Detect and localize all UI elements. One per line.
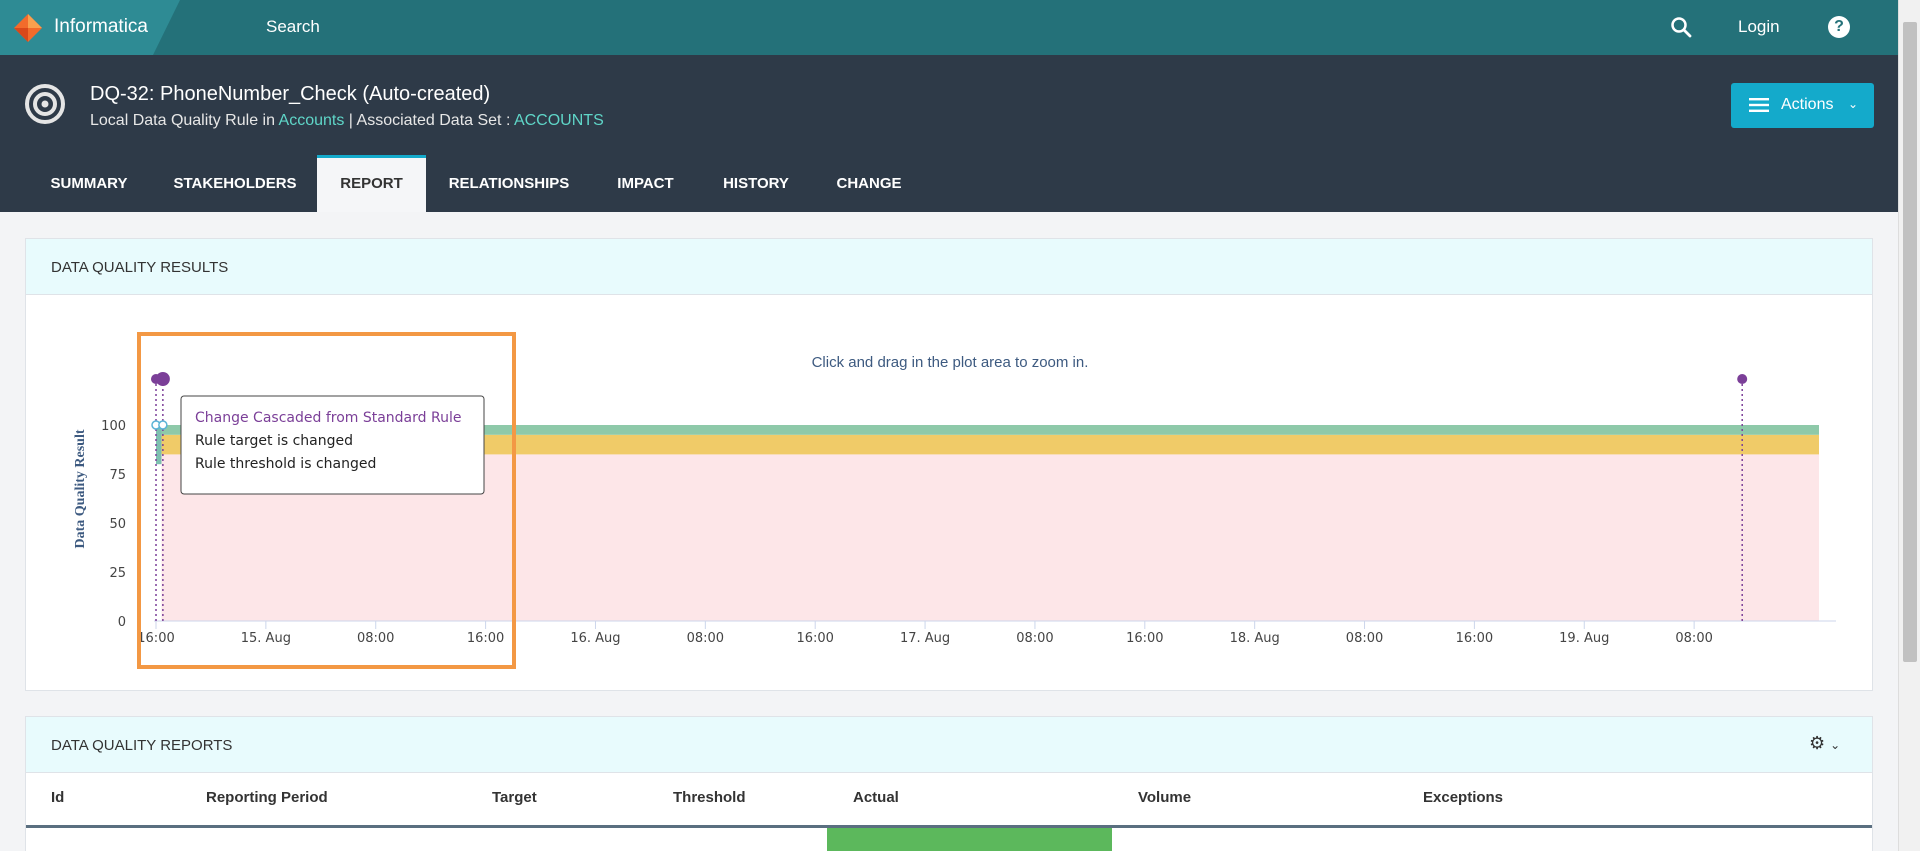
x-tick-label: 08:00 [687, 631, 724, 646]
zoom-hint: Click and drag in the plot area to zoom … [812, 354, 1089, 371]
x-tick-label: 19. Aug [1559, 631, 1609, 646]
reports-panel-header: DATA QUALITY REPORTS ⚙ ⌄ [26, 717, 1872, 773]
vertical-scrollbar[interactable] [1898, 0, 1920, 851]
x-tick-label: 16:00 [796, 631, 833, 646]
tab-impact[interactable]: IMPACT [592, 155, 699, 212]
y-tick-label: 25 [109, 566, 126, 581]
results-panel-title: DATA QUALITY RESULTS [51, 259, 229, 276]
x-tick-label: 17. Aug [900, 631, 950, 646]
col-volume[interactable]: Volume [1138, 789, 1191, 806]
search-link[interactable]: Search [266, 17, 320, 37]
x-tick-label: 16:00 [137, 631, 174, 646]
page-title: DQ-32: PhoneNumber_Check (Auto-created) [90, 83, 491, 105]
domain-link[interactable]: Accounts [279, 112, 345, 129]
col-actual[interactable]: Actual [853, 789, 899, 806]
question-icon[interactable]: ? [1828, 16, 1850, 38]
tab-stakeholders[interactable]: STAKEHOLDERS [160, 155, 310, 212]
event-marker-dot [1737, 374, 1748, 384]
x-tick-label: 08:00 [357, 631, 394, 646]
col-threshold[interactable]: Threshold [673, 789, 746, 806]
x-tick-label: 18. Aug [1230, 631, 1280, 646]
col-reporting-period[interactable]: Reporting Period [206, 789, 328, 806]
y-axis-label: Data Quality Result [73, 429, 88, 548]
brand-area[interactable]: Informatica [0, 0, 180, 55]
x-tick-label: 08:00 [1346, 631, 1383, 646]
y-tick-label: 100 [101, 419, 126, 434]
y-tick-label: 50 [109, 517, 126, 532]
band-initial [156, 425, 162, 465]
x-tick-label: 08:00 [1675, 631, 1712, 646]
tooltip-line-threshold: Rule threshold is changed [195, 456, 376, 472]
hamburger-menu-icon [1749, 98, 1769, 112]
informatica-logo-icon [14, 14, 42, 42]
tab-bar: SUMMARY STAKEHOLDERS REPORT RELATIONSHIP… [0, 155, 1898, 212]
actual-value-cell [827, 828, 1112, 851]
brand-name: Informatica [54, 16, 148, 37]
chevron-down-icon: ⌄ [1830, 738, 1841, 752]
reports-panel: DATA QUALITY REPORTS ⚙ ⌄ Id Reporting Pe… [25, 716, 1873, 851]
tab-relationships[interactable]: RELATIONSHIPS [434, 155, 584, 212]
actions-label: Actions [1781, 96, 1834, 113]
dq-results-chart[interactable]: 0 25 50 75 100 16:00 15. Aug 08:00 16:00 16. Aug 0… [26, 295, 1872, 683]
results-panel-header: DATA QUALITY RESULTS [26, 239, 1872, 295]
x-tick-label: 15. Aug [241, 631, 291, 646]
login-link[interactable]: Login [1738, 17, 1780, 37]
x-tick-label: 16. Aug [570, 631, 620, 646]
tab-change[interactable]: CHANGE [814, 155, 924, 212]
tab-report[interactable]: REPORT [317, 155, 426, 212]
tab-history[interactable]: HISTORY [706, 155, 806, 212]
target-icon [25, 84, 65, 124]
reports-panel-title: DATA QUALITY REPORTS [51, 737, 233, 754]
chart-svg[interactable]: 0 25 50 75 100 16:00 15. Aug 08:00 16:00 16. Aug 0… [26, 295, 1872, 683]
gear-icon[interactable]: ⚙ ⌄ [1809, 733, 1847, 755]
col-id[interactable]: Id [51, 789, 64, 806]
results-panel: DATA QUALITY RESULTS 0 25 50 75 100 16:00 15. … [25, 238, 1873, 691]
asset-subtitle: Local Data Quality Rule in Accounts | As… [90, 112, 604, 130]
x-tick-label: 16:00 [467, 631, 504, 646]
x-tick-label: 16:00 [1456, 631, 1493, 646]
asset-header: DQ-32: PhoneNumber_Check (Auto-created) … [0, 55, 1898, 212]
x-tick-label: 16:00 [1126, 631, 1163, 646]
y-tick-label: 75 [109, 468, 126, 483]
search-icon[interactable] [1670, 16, 1692, 38]
tooltip-title: Change Cascaded from Standard Rule [195, 410, 461, 426]
subtitle-prefix: Local Data Quality Rule in [90, 112, 279, 129]
scrollbar-thumb[interactable] [1903, 22, 1917, 662]
event-marker-dot [155, 372, 170, 386]
top-navigation-bar: Informatica Search Login ? [0, 0, 1898, 55]
tooltip-line-target: Rule target is changed [195, 433, 353, 449]
x-tick-label: 08:00 [1016, 631, 1053, 646]
dataset-link[interactable]: ACCOUNTS [514, 112, 604, 129]
col-target[interactable]: Target [492, 789, 537, 806]
data-point [158, 420, 168, 430]
actions-button[interactable]: Actions ⌄ [1731, 83, 1874, 128]
chevron-down-icon: ⌄ [1848, 97, 1859, 111]
subtitle-mid: | Associated Data Set : [344, 112, 514, 129]
y-tick-label: 0 [118, 615, 126, 630]
change-tooltip: Change Cascaded from Standard Rule Rule … [180, 395, 485, 495]
col-exceptions[interactable]: Exceptions [1423, 789, 1503, 806]
tab-summary[interactable]: SUMMARY [24, 155, 154, 212]
